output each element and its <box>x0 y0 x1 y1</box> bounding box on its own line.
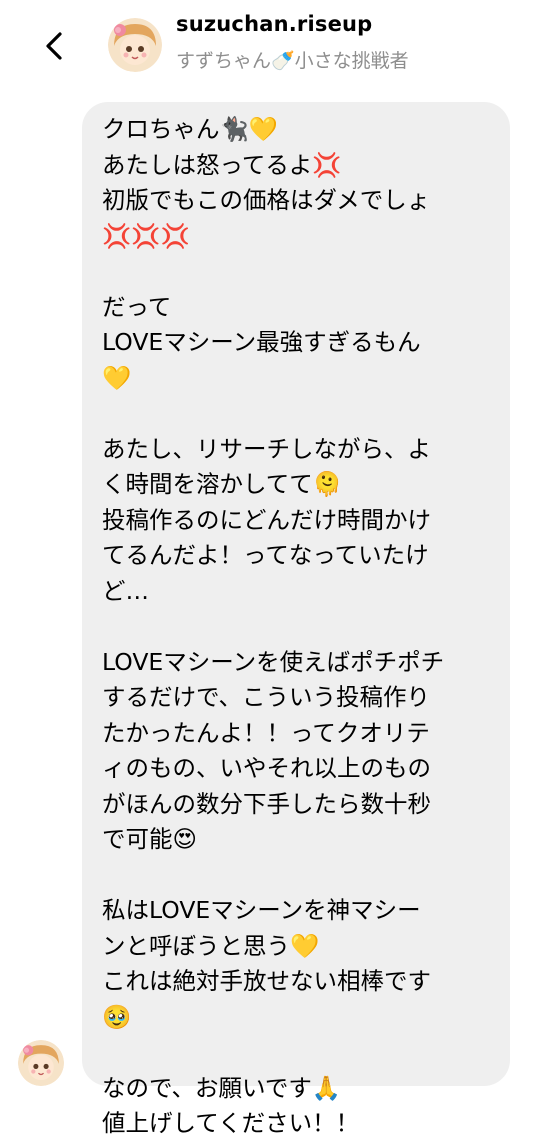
message-line: あたし、リサーチしながら、よ <box>102 434 431 463</box>
sender-avatar[interactable] <box>18 1040 64 1086</box>
back-button[interactable] <box>40 26 70 66</box>
message-line: LOVEマシーンを使えばポチポチ <box>102 647 445 676</box>
message-line: 私はLOVEマシーンを神マシー <box>102 896 421 924</box>
chevron-left-icon <box>46 32 62 60</box>
message-line: ど… <box>102 576 149 605</box>
message-line: するだけで、こういう投稿作り <box>102 683 431 711</box>
message-line: なので、お願いです🙏 <box>102 1073 342 1102</box>
message-spacer <box>102 1035 498 1071</box>
message-line: 投稿作るのにどんだけ時間かけ <box>102 505 431 534</box>
message-line: 💢💢💢 <box>102 221 190 250</box>
message-line: がほんの数分下手したら数十秒 <box>102 789 431 818</box>
sender-avatar-image <box>18 1040 64 1086</box>
message-line: く時間を溶かしてて🫠 <box>102 470 343 498</box>
message-line: 値上げしてください！！ <box>102 1109 360 1137</box>
message-line: 初版でもこの価格はダメでしょ <box>102 186 431 214</box>
username[interactable]: suzuchan.riseup <box>176 12 372 36</box>
avatar[interactable] <box>108 18 162 72</box>
message-line: 💛 <box>102 363 132 392</box>
message-bubble[interactable]: クロちゃん🐈‍⬛💛 あたしは怒ってるよ💢 初版でもこの価格はダメでしょ 💢💢💢 だって L… <box>82 102 510 1137</box>
message-line: ィのもの、いやそれ以上のもの <box>102 754 431 782</box>
message-spacer <box>102 858 498 894</box>
message-spacer <box>102 396 498 432</box>
message-line: たかったんよ！！ってクオリテ <box>102 718 430 747</box>
message-line: LOVEマシーン最強すぎるもん <box>102 328 421 356</box>
profile-subtitle: すずちゃん🍼小さな挑戦者 <box>176 50 409 72</box>
message-line: てるんだよ！ってなっていたけ <box>102 541 429 569</box>
message-spacer <box>102 254 498 290</box>
message-line: 🥹 <box>102 1002 132 1031</box>
message-line: ンと呼ぼうと思う💛 <box>102 931 320 960</box>
message-line: これは絶対手放せない相棒です <box>102 967 431 995</box>
message-text: クロちゃん🐈‍⬛💛 あたしは怒ってるよ💢 初版でもこの価格はダメでしょ 💢💢💢 だって L… <box>102 112 498 1142</box>
message-line: クロちゃん🐈‍⬛💛 <box>102 115 279 143</box>
profile-avatar-image <box>108 18 162 72</box>
message-line: あたしは怒ってるよ💢 <box>102 150 342 179</box>
message-spacer <box>102 609 498 645</box>
message-line: で可能😍 <box>102 825 197 853</box>
chat-header: suzuchan.riseup すずちゃん🍼小さな挑戦者 <box>0 0 535 92</box>
message-line: だって <box>102 292 172 321</box>
